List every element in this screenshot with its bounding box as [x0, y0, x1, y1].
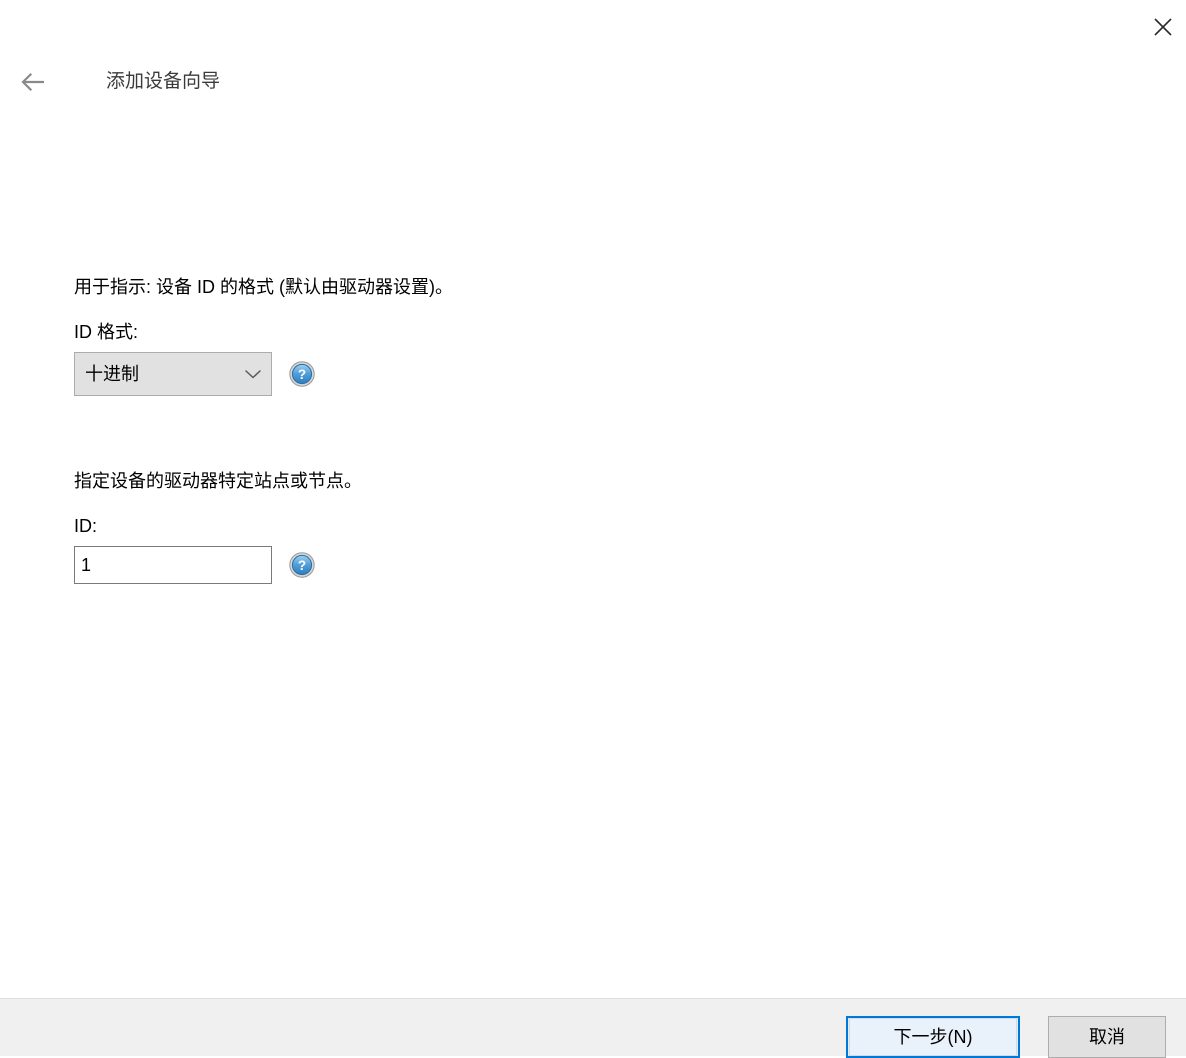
wizard-footer: 下一步(N) 取消 [0, 998, 1186, 1058]
help-icon[interactable]: ? [289, 552, 315, 578]
chevron-down-icon [235, 368, 271, 380]
wizard-content: 用于指示: 设备 ID 的格式 (默认由驱动器设置)。 ID 格式: 十进制 ?… [0, 118, 1186, 998]
arrow-left-icon [19, 71, 49, 93]
id-format-section: 用于指示: 设备 ID 的格式 (默认由驱动器设置)。 ID 格式: 十进制 ? [74, 274, 453, 396]
id-format-selected-value: 十进制 [85, 364, 139, 384]
id-description: 指定设备的驱动器特定站点或节点。 [74, 471, 362, 491]
wizard-header: 添加设备向导 [0, 56, 1186, 118]
page-title: 添加设备向导 [106, 71, 221, 92]
svg-text:?: ? [298, 367, 306, 382]
help-icon[interactable]: ? [289, 361, 315, 387]
svg-text:?: ? [298, 558, 306, 573]
id-format-select[interactable]: 十进制 [74, 352, 272, 396]
wizard-window: 添加设备向导 用于指示: 设备 ID 的格式 (默认由驱动器设置)。 ID 格式… [0, 0, 1186, 1058]
close-icon [1152, 16, 1174, 38]
close-button[interactable] [1140, 0, 1186, 54]
back-button[interactable] [10, 60, 58, 104]
id-control-row: ? [74, 546, 362, 584]
id-label: ID: [74, 516, 98, 536]
next-button[interactable]: 下一步(N) [846, 1016, 1020, 1058]
cancel-button-label: 取消 [1089, 1027, 1125, 1047]
id-format-label: ID 格式: [74, 322, 139, 342]
id-section: 指定设备的驱动器特定站点或节点。 ID: 1 ? [74, 468, 362, 584]
id-input[interactable] [74, 546, 272, 584]
cancel-button[interactable]: 取消 [1048, 1016, 1166, 1058]
titlebar [0, 0, 1186, 56]
next-button-label: 下一步(N) [849, 1018, 1017, 1056]
id-format-description: 用于指示: 设备 ID 的格式 (默认由驱动器设置)。 [74, 277, 453, 297]
footer-button-row: 下一步(N) 取消 [846, 1016, 1166, 1058]
id-format-control-row: 十进制 ? [74, 352, 453, 396]
